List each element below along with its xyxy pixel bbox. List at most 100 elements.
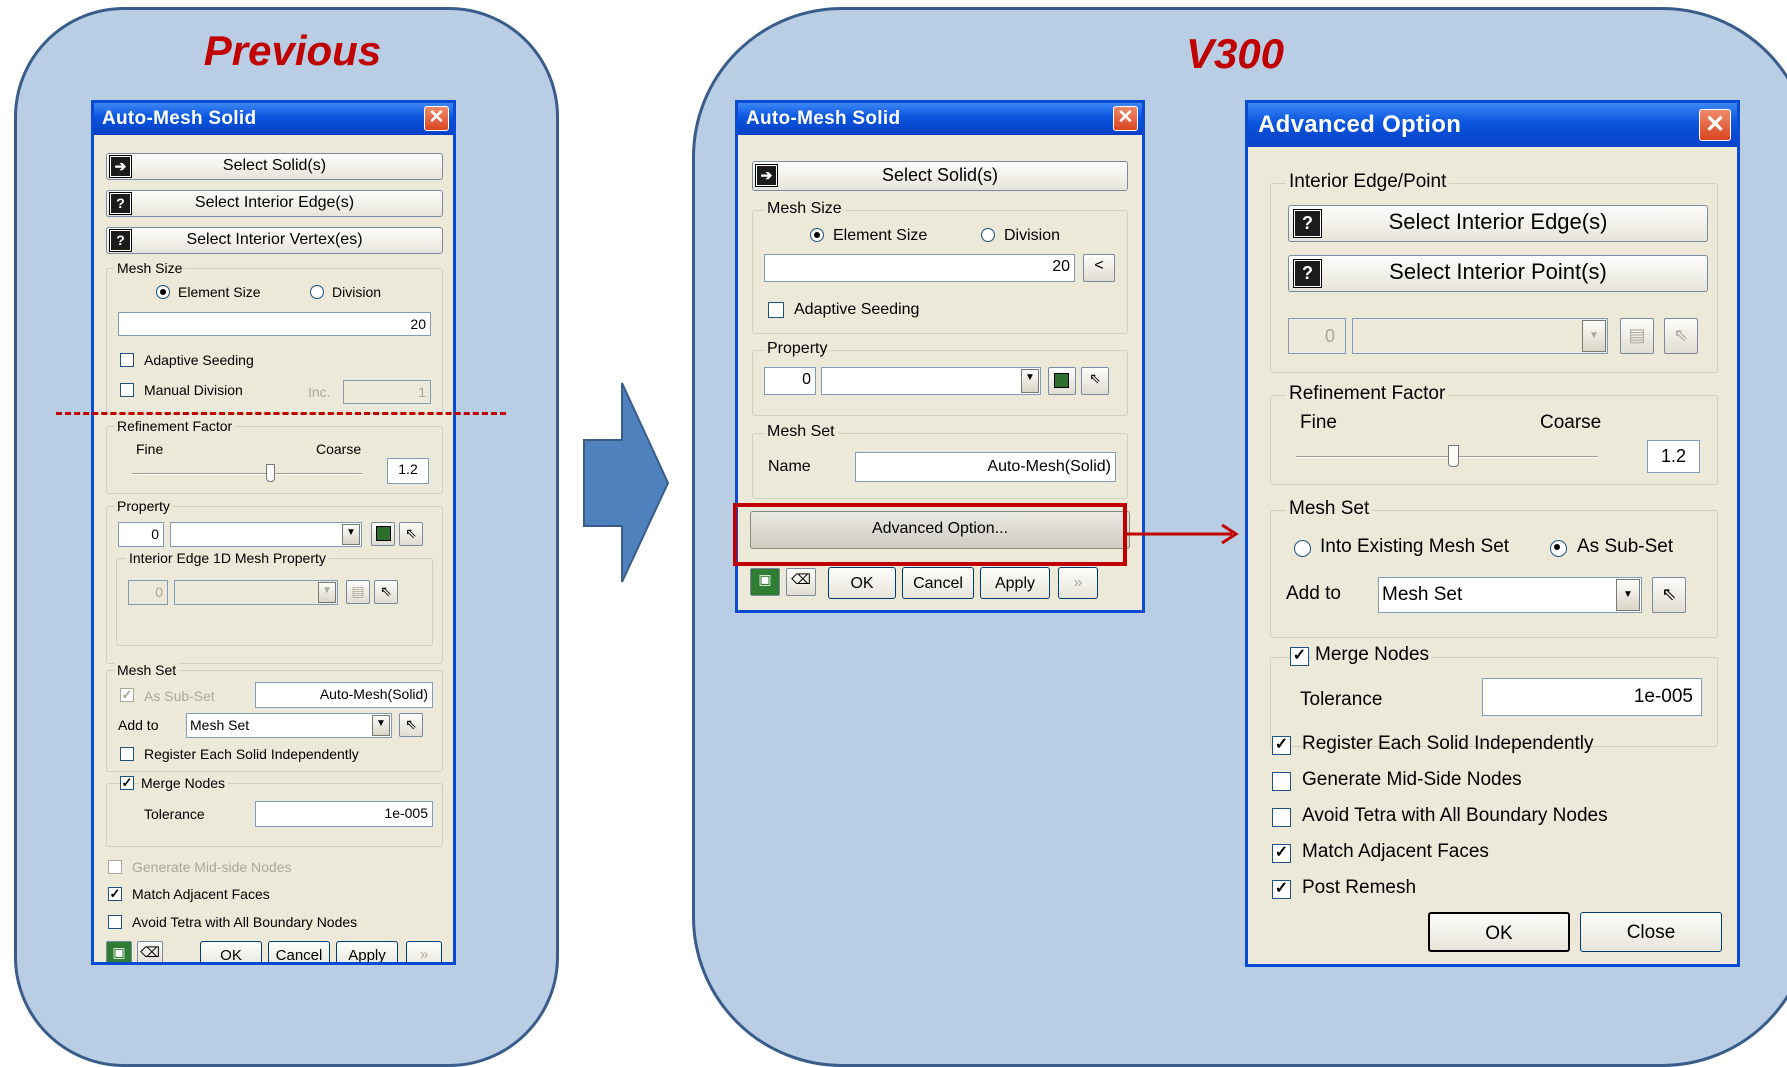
close-icon[interactable]: ✕ [424, 106, 449, 131]
v300-mesh-set-name-input[interactable]: Auto-Mesh(Solid) [855, 452, 1116, 482]
prev-property-id-input[interactable]: 0 [118, 522, 164, 547]
prev-add-to-combo[interactable]: Mesh Set ▼ [186, 713, 392, 738]
advanced-close-button[interactable]: Close [1580, 912, 1722, 952]
v300-adaptive-seeding-checkbox[interactable] [768, 302, 784, 318]
prev-interior-edge-combo[interactable]: ▼ [174, 580, 338, 605]
advanced-select-points-button[interactable]: ? Select Interior Point(s) [1288, 255, 1708, 292]
v300-property-hm-button[interactable] [1048, 367, 1076, 395]
v300-mesh-size-legend: Mesh Size [764, 200, 845, 218]
advanced-subset-label: As Sub-Set [1577, 536, 1674, 557]
prev-as-subset-label: As Sub-Set [144, 688, 215, 704]
prev-adaptive-seeding-label: Adaptive Seeding [144, 352, 254, 368]
monitor-icon[interactable]: ▣ [106, 941, 132, 962]
chevron-down-icon[interactable]: ▼ [1616, 579, 1640, 611]
prev-division-label: Division [332, 284, 382, 300]
prev-property-hm-button[interactable] [371, 522, 395, 546]
chevron-down-icon[interactable]: ▼ [1582, 320, 1606, 352]
prev-select-solids-button[interactable]: ➔ Select Solid(s) [106, 153, 443, 180]
advanced-mesh-set-legend: Mesh Set [1286, 498, 1373, 520]
advanced-post-remesh-checkbox[interactable]: ✓ [1272, 880, 1291, 899]
prev-avoid-tetra-label: Avoid Tetra with All Boundary Nodes [132, 914, 358, 930]
advanced-select-edges-button[interactable]: ? Select Interior Edge(s) [1288, 205, 1708, 242]
advanced-ok-button[interactable]: OK [1428, 912, 1570, 952]
prev-division-radio[interactable] [310, 285, 324, 299]
prev-gen-midside-checkbox[interactable] [108, 860, 122, 874]
v300-adaptive-seeding-label: Adaptive Seeding [794, 301, 920, 318]
prev-add-to-pick-button[interactable]: ⇖ [399, 713, 423, 737]
advanced-interior-pick-button[interactable]: ⇖ [1664, 318, 1698, 354]
v300-division-radio[interactable] [981, 228, 995, 242]
advanced-avoid-tetra-checkbox[interactable] [1272, 808, 1291, 827]
eraser-icon[interactable]: ⌫ [786, 568, 816, 596]
prev-inc-input[interactable]: 1 [343, 380, 431, 404]
prev-register-checkbox[interactable] [120, 747, 134, 761]
advanced-merge-nodes-checkbox[interactable]: ✓ [1290, 647, 1309, 666]
prev-manual-division-checkbox[interactable] [120, 383, 134, 397]
prev-dialog-title: Auto-Mesh Solid [94, 103, 453, 135]
prev-merge-nodes-checkbox[interactable]: ✓ [120, 776, 134, 790]
advanced-add-to-pick-button[interactable]: ⇖ [1652, 577, 1686, 613]
prev-interior-edge-id-input[interactable]: 0 [128, 580, 168, 605]
v300-property-id-input[interactable]: 0 [764, 367, 816, 395]
advanced-tolerance-input[interactable]: 1e-005 [1482, 678, 1702, 716]
prev-cancel-button[interactable]: Cancel [268, 941, 330, 962]
advanced-gen-midside-checkbox[interactable] [1272, 772, 1291, 791]
v300-property-pick-button[interactable]: ⇖ [1081, 367, 1109, 395]
advanced-subset-radio[interactable] [1550, 540, 1567, 557]
advanced-register-checkbox[interactable]: ✓ [1272, 736, 1291, 755]
v300-mesh-size-input[interactable]: 20 [764, 254, 1075, 282]
prev-as-subset-checkbox[interactable]: ✓ [120, 688, 134, 702]
prev-apply-button[interactable]: Apply [336, 941, 398, 962]
advanced-add-to-combo[interactable]: Mesh Set ▼ [1378, 577, 1642, 613]
prev-ok-button[interactable]: OK [200, 941, 262, 962]
chevron-down-icon[interactable]: ▼ [1021, 369, 1039, 393]
chevron-down-icon[interactable]: ▼ [372, 715, 390, 736]
prev-element-size-label: Element Size [178, 284, 261, 300]
prev-element-size-radio[interactable] [156, 285, 170, 299]
prev-property-combo[interactable]: ▼ [170, 522, 362, 547]
v300-more-button[interactable]: » [1058, 567, 1098, 599]
cursor-icon: ⇖ [405, 716, 417, 732]
prev-property-pick-button[interactable]: ⇖ [399, 522, 423, 546]
close-icon[interactable]: ✕ [1699, 109, 1731, 141]
advanced-refinement-slider-thumb[interactable] [1448, 445, 1460, 467]
advanced-post-remesh-label: Post Remesh [1302, 877, 1417, 898]
highlight-connector-arrow [1126, 523, 1239, 545]
chevron-down-icon[interactable]: ▼ [342, 524, 360, 545]
advanced-refinement-slider-track[interactable] [1296, 456, 1598, 458]
prev-adaptive-seeding-checkbox[interactable] [120, 353, 134, 367]
prev-refinement-legend: Refinement Factor [114, 418, 236, 434]
prev-select-interior-vertexes-button[interactable]: ? Select Interior Vertex(es) [106, 227, 443, 254]
close-icon[interactable]: ✕ [1113, 106, 1138, 131]
advanced-avoid-tetra-label: Avoid Tetra with All Boundary Nodes [1302, 805, 1608, 826]
prev-refinement-slider-thumb[interactable] [266, 464, 275, 482]
advanced-match-faces-checkbox[interactable]: ✓ [1272, 844, 1291, 863]
chevron-down-icon[interactable]: ▼ [318, 582, 336, 603]
v300-property-combo[interactable]: ▼ [821, 367, 1041, 395]
v300-apply-button[interactable]: Apply [980, 567, 1050, 599]
advanced-existing-radio[interactable] [1294, 540, 1311, 557]
prev-register-label: Register Each Solid Independently [144, 746, 359, 762]
prev-avoid-tetra-checkbox[interactable] [108, 915, 122, 929]
prev-more-button[interactable]: » [406, 941, 442, 962]
prev-match-faces-checkbox[interactable]: ✓ [108, 887, 122, 901]
prev-mesh-size-legend: Mesh Size [114, 260, 186, 276]
prev-mesh-size-input[interactable]: 20 [118, 312, 431, 336]
v300-element-size-radio[interactable] [810, 228, 824, 242]
prev-tolerance-input[interactable]: 1e-005 [255, 801, 433, 827]
v300-mesh-size-less-button[interactable]: < [1083, 254, 1115, 282]
v300-ok-button[interactable]: OK [828, 567, 896, 599]
advanced-interior-combo[interactable]: ▼ [1352, 318, 1608, 354]
prev-interior-edge-pick-button[interactable]: ⇖ [374, 580, 398, 604]
advanced-interior-id-input[interactable]: 0 [1288, 318, 1346, 354]
v300-select-solids-button[interactable]: ➔ Select Solid(s) [752, 161, 1128, 191]
v300-cancel-button[interactable]: Cancel [902, 567, 974, 599]
prev-refinement-slider-track[interactable] [132, 473, 362, 475]
advanced-interior-hm-button[interactable]: ▤ [1620, 318, 1654, 354]
eraser-icon[interactable]: ⌫ [137, 941, 163, 962]
monitor-icon[interactable]: ▣ [750, 568, 780, 596]
prev-interior-edge-hm-button[interactable]: ▤ [346, 580, 370, 604]
prev-select-interior-edges-button[interactable]: ? Select Interior Edge(s) [106, 190, 443, 217]
prev-mesh-set-name-input[interactable]: Auto-Mesh(Solid) [255, 682, 433, 708]
prev-manual-division-label: Manual Division [144, 382, 243, 398]
